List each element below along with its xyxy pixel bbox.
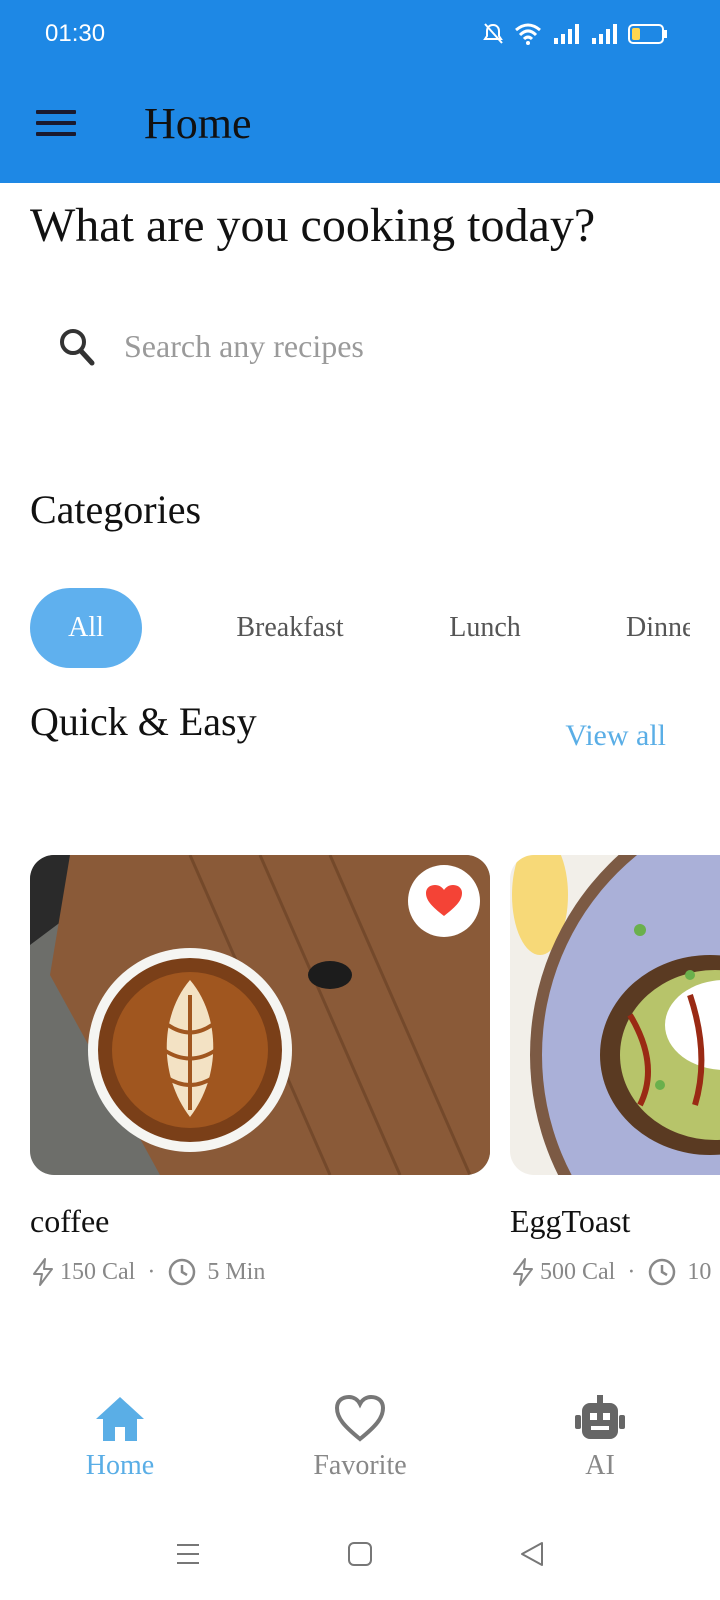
view-all-link[interactable]: View all bbox=[565, 719, 666, 753]
category-chip-breakfast[interactable]: Breakfast bbox=[210, 588, 370, 668]
clock-icon bbox=[649, 1258, 676, 1286]
status-icons bbox=[482, 22, 668, 46]
app-bar-title: Home bbox=[144, 99, 252, 148]
wifi-icon bbox=[515, 23, 541, 45]
recipe-image-coffee[interactable] bbox=[30, 855, 490, 1175]
menu-icon-line bbox=[36, 132, 76, 136]
nav-favorite[interactable]: Favorite bbox=[260, 1394, 460, 1482]
signal-icon-2 bbox=[592, 24, 617, 44]
heart-outline-icon bbox=[334, 1394, 386, 1442]
quick-easy-title: Quick & Easy bbox=[30, 699, 257, 744]
search-icon bbox=[60, 329, 95, 366]
search-input[interactable] bbox=[122, 322, 646, 370]
recipe-meta: 500 Cal · 10 bbox=[510, 1257, 711, 1287]
clock-icon bbox=[169, 1258, 196, 1286]
categories-title: Categories bbox=[30, 487, 202, 532]
recipe-name: coffee bbox=[30, 1203, 110, 1239]
recipe-time: 5 Min bbox=[207, 1258, 266, 1285]
battery-icon bbox=[628, 24, 667, 44]
menu-icon bbox=[36, 110, 76, 114]
nav-ai[interactable]: AI bbox=[500, 1395, 700, 1482]
lightning-icon bbox=[33, 1258, 53, 1286]
mute-bell-icon bbox=[483, 23, 503, 44]
menu-icon-line bbox=[36, 121, 76, 125]
nav-home-label: Home bbox=[85, 1450, 155, 1481]
separator-dot: · bbox=[147, 1258, 156, 1285]
back-triangle-icon[interactable] bbox=[518, 1540, 546, 1568]
system-nav-bar bbox=[0, 1520, 720, 1590]
recipe-image-eggtoast[interactable] bbox=[510, 855, 720, 1175]
heart-filled-icon bbox=[426, 885, 462, 916]
home-square-icon[interactable] bbox=[346, 1540, 374, 1568]
search-bar[interactable] bbox=[30, 300, 670, 400]
category-chip-lunch[interactable]: Lunch bbox=[430, 588, 540, 668]
eggtoast-photo bbox=[510, 855, 720, 1175]
recipe-name: EggToast bbox=[510, 1203, 631, 1239]
category-chip-all[interactable]: All bbox=[30, 588, 142, 668]
recipe-meta: 150 Cal · 5 Min bbox=[30, 1257, 265, 1287]
recipe-time: 10 bbox=[687, 1258, 712, 1285]
app-bar: Home bbox=[0, 70, 720, 183]
lightning-icon bbox=[513, 1258, 533, 1286]
page-headline: What are you cooking today? bbox=[30, 199, 596, 252]
nav-home[interactable]: Home bbox=[20, 1395, 220, 1482]
nav-ai-label: AI bbox=[585, 1450, 615, 1481]
recipe-card-coffee[interactable]: coffee 150 Cal · 5 Min bbox=[30, 855, 490, 1286]
home-icon bbox=[96, 1397, 144, 1441]
categories-list: All Breakfast Lunch Dinner bbox=[30, 588, 690, 668]
recipe-card-eggtoast[interactable]: EggToast 500 Cal · 10 bbox=[510, 855, 720, 1286]
recents-icon[interactable] bbox=[174, 1540, 202, 1568]
category-chip-dinner[interactable]: Dinner bbox=[626, 588, 690, 668]
signal-icon bbox=[554, 24, 579, 44]
menu-button[interactable] bbox=[36, 110, 76, 142]
nav-favorite-label: Favorite bbox=[313, 1450, 407, 1481]
recipe-calories: 500 Cal bbox=[540, 1258, 616, 1285]
robot-icon bbox=[575, 1395, 625, 1439]
recipe-cards: coffee 150 Cal · 5 Min EggToast 500 Cal … bbox=[30, 855, 720, 1305]
favorite-button-coffee[interactable] bbox=[408, 865, 480, 937]
bottom-nav: Home Favorite AI bbox=[0, 1394, 720, 1505]
separator-dot: · bbox=[627, 1258, 636, 1285]
status-bar: 01:30 bbox=[0, 0, 720, 70]
recipe-calories: 150 Cal bbox=[60, 1258, 136, 1285]
status-time: 01:30 bbox=[45, 20, 106, 47]
